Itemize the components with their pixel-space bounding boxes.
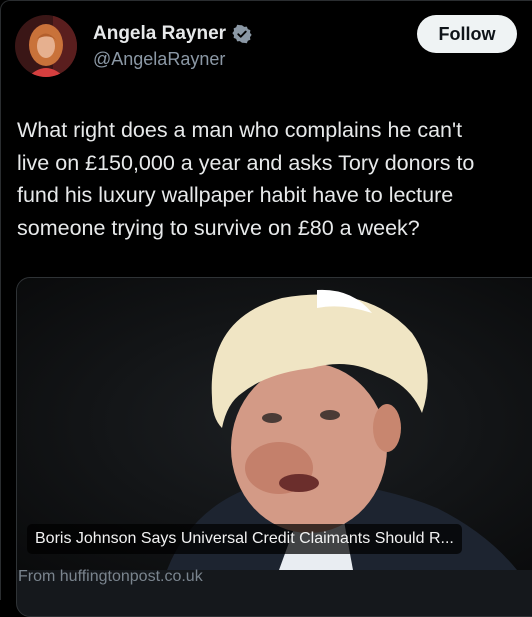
link-preview-headline[interactable]: Boris Johnson Says Universal Credit Clai…: [27, 524, 462, 554]
link-preview-source[interactable]: From huffingtonpost.co.uk: [18, 568, 203, 586]
author-name-row[interactable]: Angela Rayner: [93, 20, 252, 48]
avatar[interactable]: [15, 15, 77, 77]
author-display-name[interactable]: Angela Rayner: [93, 23, 226, 45]
tweet-text-line: someone trying to survive on £80 a week?: [17, 215, 420, 240]
link-preview-card[interactable]: Boris Johnson Says Universal Credit Clai…: [16, 277, 532, 617]
tweet-text-line: fund his luxury wallpaper habit have to …: [17, 183, 454, 207]
tweet-container: Angela Rayner @AngelaRayner Follow What …: [0, 0, 532, 617]
avatar-image: [15, 15, 77, 77]
tweet-text-line: What right does a man who complains he c…: [17, 118, 463, 142]
follow-button[interactable]: Follow: [417, 15, 517, 53]
tweet-text-line: live on £150,000 a year and asks Tory do…: [17, 150, 475, 175]
tweet-text: What right does a man who complains he c…: [17, 114, 532, 244]
author-handle[interactable]: @AngelaRayner: [93, 49, 225, 70]
verified-badge-icon: [232, 24, 252, 44]
